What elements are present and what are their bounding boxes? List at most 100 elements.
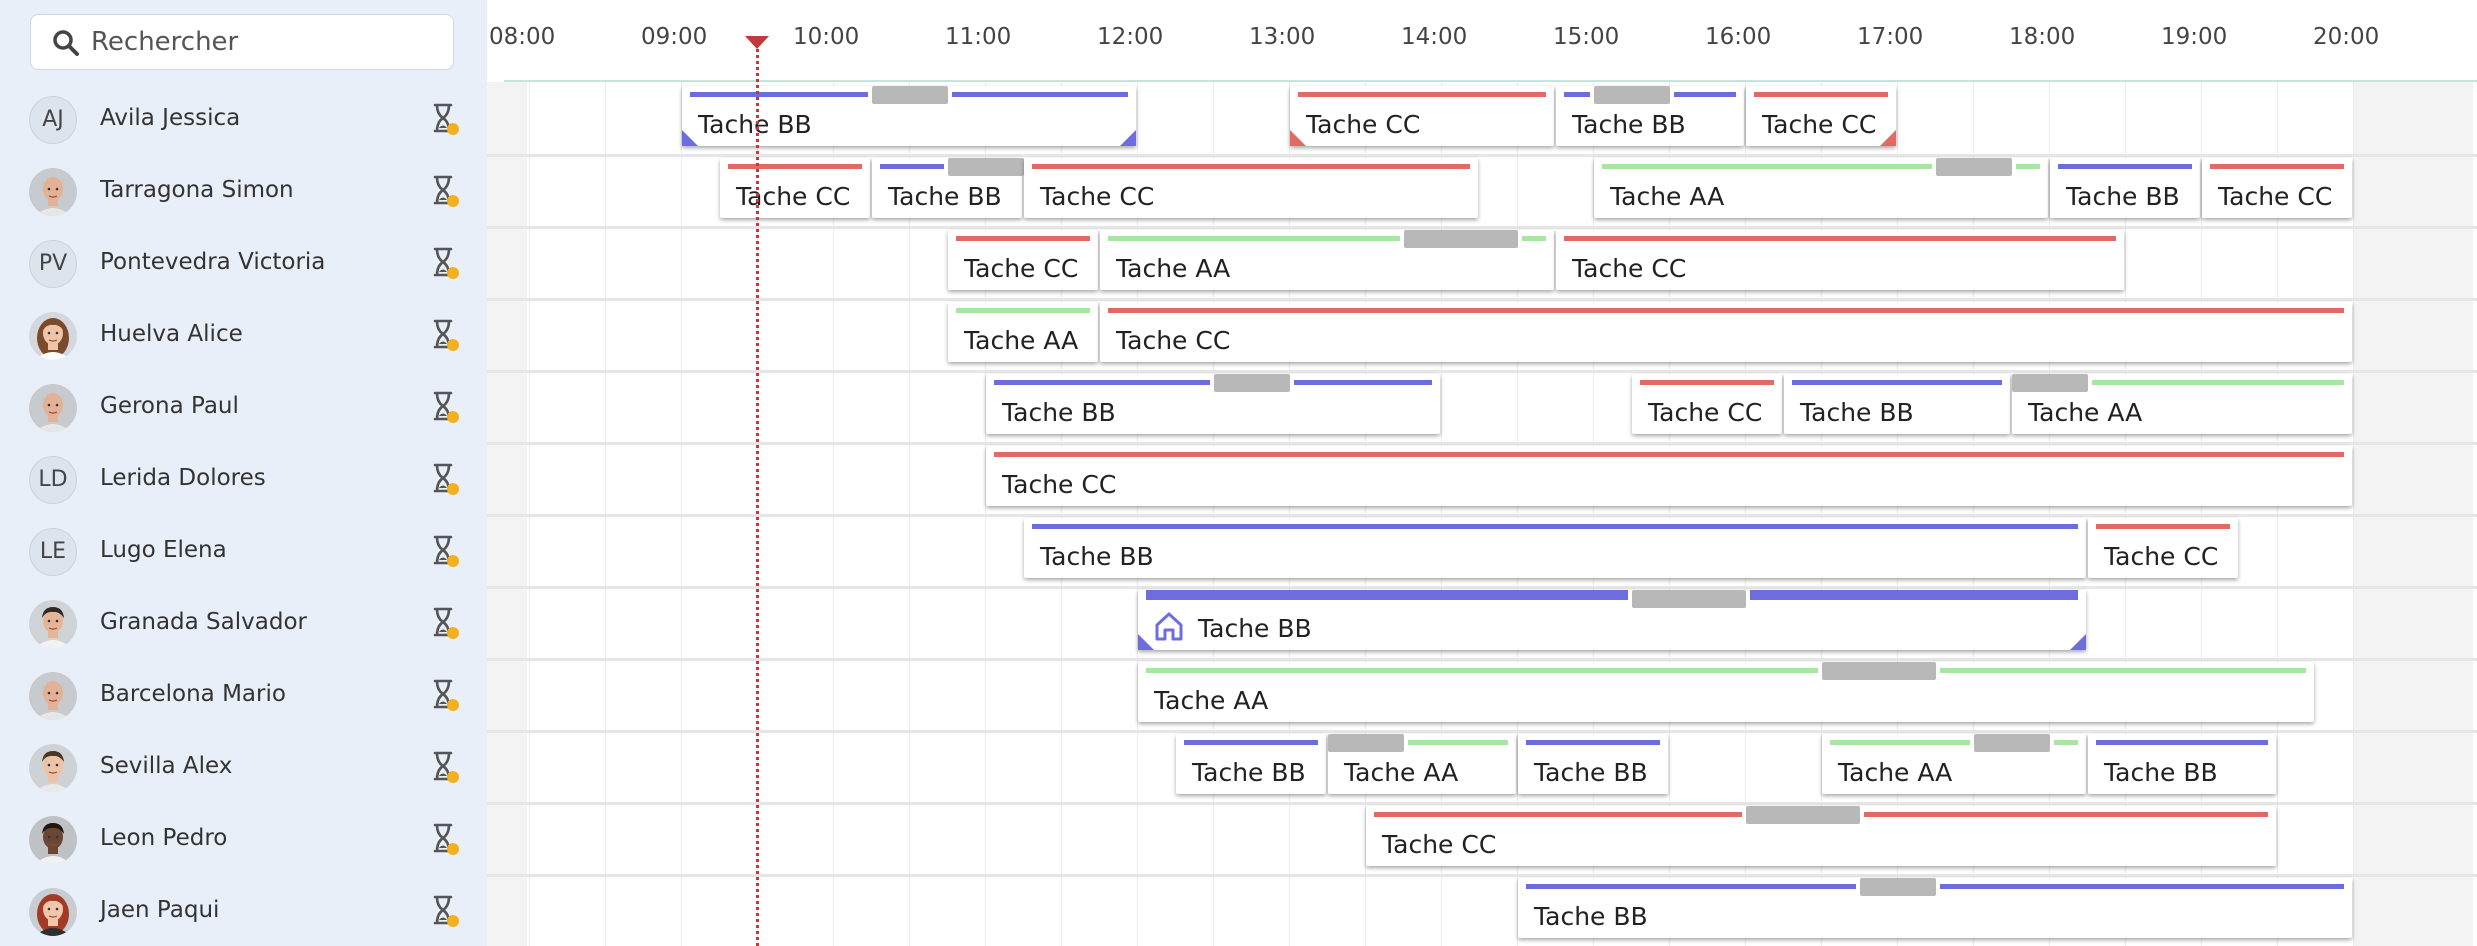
hourglass-icon[interactable] — [430, 678, 460, 712]
resource-row[interactable]: Barcelona Mario — [0, 660, 487, 732]
hour-label: 18:00 — [2009, 24, 2076, 50]
hourglass-icon[interactable] — [430, 822, 460, 856]
resource-name: Lugo Elena — [100, 537, 227, 563]
hourglass-icon[interactable] — [430, 390, 460, 424]
break-block — [1328, 734, 1404, 752]
task-card[interactable]: Tache CC — [2202, 158, 2352, 218]
hourglass-icon[interactable] — [430, 174, 460, 208]
task-label: Tache CC — [1762, 110, 1877, 139]
task-label: Tache AA — [1154, 686, 1269, 715]
task-bar — [1522, 236, 1546, 241]
task-bar — [1298, 92, 1546, 97]
avatar — [29, 168, 77, 216]
task-bar — [1032, 164, 1470, 169]
hourglass-icon[interactable] — [430, 606, 460, 640]
hour-label: 10:00 — [793, 24, 860, 50]
task-card[interactable]: Tache BB — [986, 374, 1440, 434]
hourglass-icon[interactable] — [430, 462, 460, 496]
task-card[interactable]: Tache BB — [872, 158, 1024, 218]
task-card[interactable]: Tache CC — [1632, 374, 1782, 434]
avatar: LE — [29, 528, 77, 576]
task-card[interactable]: Tache CC — [1024, 158, 1478, 218]
task-card[interactable]: Tache AA — [1594, 158, 2048, 218]
resource-row[interactable]: Jaen Paqui — [0, 876, 487, 946]
task-card[interactable]: Tache AA — [1138, 662, 2314, 722]
resource-name: Jaen Paqui — [100, 897, 220, 923]
hour-label: 13:00 — [1249, 24, 1316, 50]
task-label: Tache BB — [1534, 902, 1648, 931]
search-input[interactable] — [91, 23, 441, 61]
task-card[interactable]: Tache CC — [720, 158, 870, 218]
hourglass-icon[interactable] — [430, 318, 460, 352]
resource-name: Gerona Paul — [100, 393, 239, 419]
task-bar — [952, 92, 1128, 97]
task-label: Tache CC — [1572, 254, 1687, 283]
row-separator — [487, 514, 2477, 517]
task-card[interactable]: Tache AA — [2012, 374, 2352, 434]
task-bar — [880, 164, 944, 169]
task-card[interactable]: Tache CC — [1556, 230, 2124, 290]
hourglass-icon[interactable] — [430, 102, 460, 136]
row-separator — [487, 442, 2477, 445]
task-bar — [1940, 884, 2344, 889]
task-card[interactable]: Tache CC — [986, 446, 2352, 506]
hourglass-icon[interactable] — [430, 750, 460, 784]
task-card[interactable]: Tache BB — [1138, 590, 2086, 650]
task-card[interactable]: Tache BB — [1556, 86, 1744, 146]
task-bar — [1940, 668, 2306, 673]
task-bar — [690, 92, 868, 97]
task-bar — [2058, 164, 2192, 169]
resource-name: Huelva Alice — [100, 321, 243, 347]
break-block — [1214, 374, 1290, 392]
task-card[interactable]: Tache BB — [2050, 158, 2200, 218]
task-bar — [1374, 812, 1742, 817]
scheduler-app: AJ Avila Jessica Tarragona Simon PV Pontev… — [0, 0, 2477, 946]
task-card[interactable]: Tache CC — [1100, 302, 2352, 362]
search-box[interactable] — [30, 14, 454, 70]
task-card[interactable]: Tache AA — [948, 302, 1098, 362]
resource-row[interactable]: LD Lerida Dolores — [0, 444, 487, 516]
resource-row[interactable]: LE Lugo Elena — [0, 516, 487, 588]
task-card[interactable]: Tache BB — [1176, 734, 1326, 794]
resource-row[interactable]: Leon Pedro — [0, 804, 487, 876]
task-bar — [2054, 740, 2078, 745]
resource-row[interactable]: Tarragona Simon — [0, 156, 487, 228]
house-icon — [1155, 612, 1183, 641]
resource-row[interactable]: Gerona Paul — [0, 372, 487, 444]
task-card[interactable]: Tache BB — [2088, 734, 2276, 794]
task-card[interactable]: Tache CC — [2088, 518, 2238, 578]
task-bar — [1184, 740, 1318, 745]
task-card[interactable]: Tache BB — [1784, 374, 2010, 434]
task-card[interactable]: Tache AA — [1822, 734, 2086, 794]
row-separator — [487, 874, 2477, 877]
hourglass-icon[interactable] — [430, 534, 460, 568]
avatar — [29, 744, 77, 792]
task-card[interactable]: Tache AA — [1328, 734, 1516, 794]
task-card[interactable]: Tache AA — [1100, 230, 1554, 290]
row-separator — [487, 226, 2477, 229]
task-label: Tache AA — [1344, 758, 1459, 787]
task-card[interactable]: Tache BB — [1518, 878, 2352, 938]
avatar — [29, 384, 77, 432]
task-card[interactable]: Tache CC — [1366, 806, 2276, 866]
resource-row[interactable]: Granada Salvador — [0, 588, 487, 660]
task-label: Tache BB — [1192, 758, 1306, 787]
avatar: LD — [29, 456, 77, 504]
task-card[interactable]: Tache BB — [682, 86, 1136, 146]
hourglass-icon[interactable] — [430, 246, 460, 280]
break-block — [948, 158, 1024, 176]
resource-name: Pontevedra Victoria — [100, 249, 326, 275]
resource-row[interactable]: Sevilla Alex — [0, 732, 487, 804]
task-card[interactable]: Tache CC — [1290, 86, 1554, 146]
resource-row[interactable]: Huelva Alice — [0, 300, 487, 372]
resource-row[interactable]: PV Pontevedra Victoria — [0, 228, 487, 300]
task-bar — [994, 452, 2344, 457]
task-card[interactable]: Tache BB — [1518, 734, 1668, 794]
task-card[interactable]: Tache CC — [1746, 86, 1896, 146]
task-card[interactable]: Tache CC — [948, 230, 1098, 290]
task-card[interactable]: Tache BB — [1024, 518, 2086, 578]
resource-row[interactable]: AJ Avila Jessica — [0, 84, 487, 156]
hourglass-icon[interactable] — [430, 894, 460, 928]
end-corner-marker — [1880, 130, 1896, 146]
task-label: Tache CC — [1648, 398, 1763, 427]
